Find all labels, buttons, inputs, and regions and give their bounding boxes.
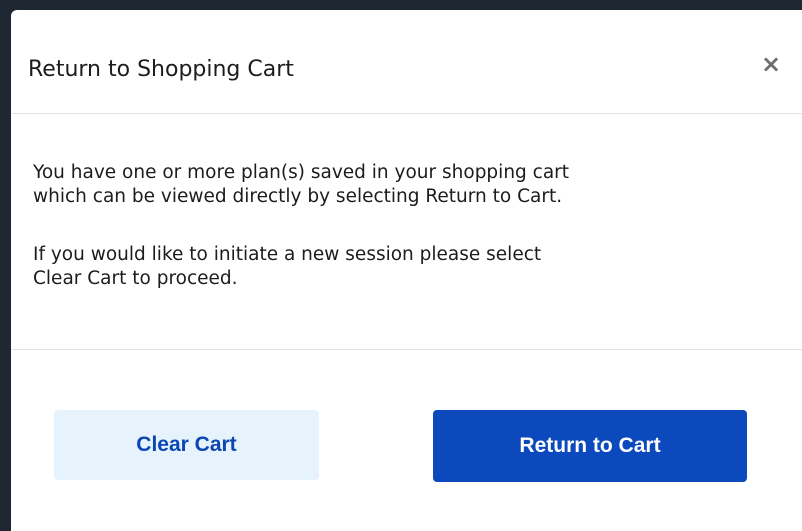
new-session-message-line-1: If you would like to initiate a new sess…	[33, 244, 542, 265]
cart-saved-message: You have one or more plan(s) saved in yo…	[33, 161, 569, 209]
new-session-message-line-2: Clear Cart to proceed.	[33, 268, 238, 289]
new-session-message: If you would like to initiate a new sess…	[33, 243, 541, 291]
cart-saved-message-line-1: You have one or more plan(s) saved in yo…	[33, 162, 570, 183]
return-to-cart-dialog: Return to Shopping Cart × You have one o…	[11, 10, 802, 531]
close-icon[interactable]: ×	[757, 50, 785, 78]
clear-cart-button[interactable]: Clear Cart	[54, 410, 319, 480]
dialog-footer: Clear Cart Return to Cart	[11, 350, 802, 531]
cart-saved-message-line-2: which can be viewed directly by selectin…	[33, 186, 563, 207]
dialog-body: You have one or more plan(s) saved in yo…	[11, 114, 802, 350]
dialog-title: Return to Shopping Cart	[28, 57, 294, 82]
dialog-header: Return to Shopping Cart ×	[11, 10, 802, 114]
return-to-cart-button[interactable]: Return to Cart	[433, 410, 747, 482]
